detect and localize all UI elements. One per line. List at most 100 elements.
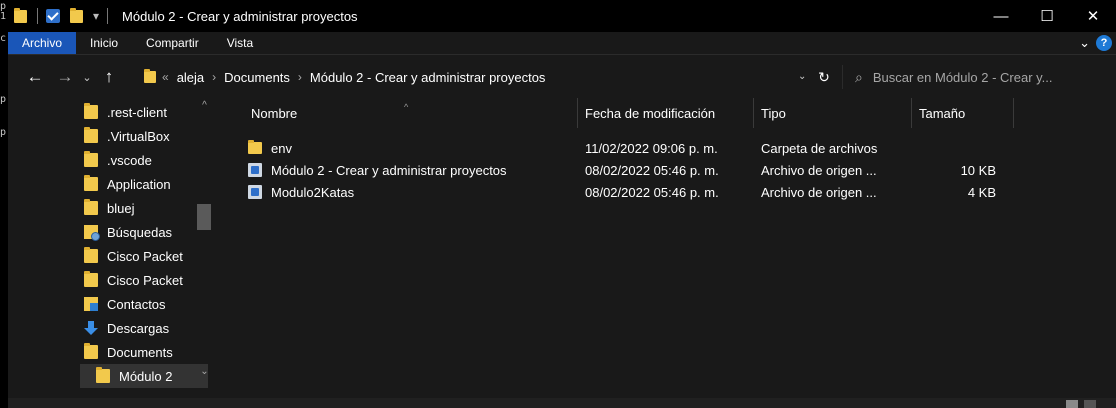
nav-item-label: bluej <box>107 200 135 216</box>
nav-item-label: Cisco Packet <box>107 248 183 264</box>
file-name: Módulo 2 - Crear y administrar proyectos <box>271 162 507 178</box>
nav-item-label: Búsquedas <box>107 224 173 240</box>
breadcrumb-separator-icon[interactable]: › <box>212 70 216 84</box>
file-name-cell: env <box>248 137 292 159</box>
scrollbar-thumb[interactable] <box>197 204 211 230</box>
nav-item-cisco-packet[interactable]: Cisco Packet <box>84 244 183 268</box>
nav-pane-scrollbar[interactable]: ^ ⌄ <box>195 100 214 406</box>
file-row-env[interactable]: env 11/02/2022 09:06 p. m. Carpeta de ar… <box>244 137 1024 159</box>
nav-item-rest-client[interactable]: .rest-client <box>84 100 167 124</box>
file-date: 11/02/2022 09:06 p. m. <box>585 140 718 156</box>
column-header-size[interactable]: Tamaño <box>912 98 1014 128</box>
file-type: Archivo de origen ... <box>761 184 877 200</box>
file-size <box>934 137 996 159</box>
properties-check-icon[interactable] <box>46 9 60 23</box>
recent-locations-icon[interactable]: ⌄ <box>80 65 94 89</box>
file-name-cell: Módulo 2 - Crear y administrar proyectos <box>248 159 507 181</box>
nav-item-label: Application <box>107 176 171 192</box>
address-dropdown-icon[interactable]: ⌄ <box>798 71 812 82</box>
folder-icon <box>14 7 27 23</box>
breadcrumb-overflow-icon[interactable]: « <box>162 70 169 84</box>
column-header-name[interactable]: Nombre <box>244 98 578 128</box>
nav-item-descargas[interactable]: Descargas <box>84 316 169 340</box>
file-type: Archivo de origen ... <box>761 162 877 178</box>
refresh-icon[interactable]: ↻ <box>814 67 834 87</box>
up-button[interactable]: ↑ <box>100 65 118 89</box>
column-header-row: ^ Nombre Fecha de modificación Tipo Tama… <box>244 98 1024 134</box>
nav-item-documents[interactable]: Documents <box>84 340 173 364</box>
searches-folder-icon <box>84 225 100 241</box>
large-icons-view-icon[interactable] <box>1084 400 1096 408</box>
nav-item-label: Documents <box>107 344 173 360</box>
address-row: ← → ⌄ ↑ « aleja › Documents › Módulo 2 -… <box>8 54 1116 98</box>
breadcrumb-separator-icon[interactable]: › <box>298 70 302 84</box>
nav-item-label: Contactos <box>107 296 166 312</box>
nav-item-virtualbox[interactable]: .VirtualBox <box>84 124 170 148</box>
scroll-down-icon[interactable]: ⌄ <box>195 366 214 377</box>
column-header-date[interactable]: Fecha de modificación <box>578 98 754 128</box>
address-bar[interactable]: « aleja › Documents › Módulo 2 - Crear y… <box>144 65 798 89</box>
folder-icon <box>84 151 98 167</box>
tab-inicio[interactable]: Inicio <box>76 32 132 54</box>
nav-item-label: Cisco Packet <box>107 272 183 288</box>
ribbon-right-controls: ⌄ ? <box>1079 32 1116 54</box>
quick-access-toolbar: ▾ <box>8 0 116 32</box>
nav-item-cisco-packet-2[interactable]: Cisco Packet <box>84 268 183 292</box>
file-row-modulo2katas[interactable]: Modulo2Katas 08/02/2022 05:46 p. m. Arch… <box>244 181 1024 203</box>
tab-compartir[interactable]: Compartir <box>132 32 213 54</box>
nav-item-vscode[interactable]: .vscode <box>84 148 152 172</box>
nav-item-label: Descargas <box>107 320 170 336</box>
file-type: Carpeta de archivos <box>761 140 878 156</box>
column-header-type[interactable]: Tipo <box>754 98 912 128</box>
nav-item-contactos[interactable]: Contactos <box>84 292 166 316</box>
search-input[interactable] <box>872 69 1093 85</box>
left-edge-char: c <box>0 33 7 44</box>
tab-archivo[interactable]: Archivo <box>8 32 77 54</box>
forward-button[interactable]: → <box>54 65 76 89</box>
back-button[interactable]: ← <box>24 65 46 89</box>
nav-item-application[interactable]: Application <box>84 172 171 196</box>
file-explorer-window: ▾ Módulo 2 - Crear y administrar proyect… <box>8 0 1116 408</box>
toolbar-divider <box>37 8 38 24</box>
minimize-button[interactable]: — <box>978 0 1024 32</box>
window-controls: — ☐ ✕ <box>978 0 1116 32</box>
file-name-cell: Modulo2Katas <box>248 181 354 203</box>
contacts-folder-icon <box>84 297 98 311</box>
help-icon[interactable]: ? <box>1096 35 1112 51</box>
nav-item-label: Módulo 2 <box>119 368 173 384</box>
nav-item-bluej[interactable]: bluej <box>84 196 134 220</box>
quick-access-dropdown-icon[interactable]: ▾ <box>93 9 99 23</box>
folder-icon <box>84 247 98 263</box>
file-list: ^ Nombre Fecha de modificación Tipo Tama… <box>214 98 1116 398</box>
new-folder-icon[interactable] <box>70 7 83 23</box>
title-bar: ▾ Módulo 2 - Crear y administrar proyect… <box>8 0 1116 32</box>
nav-item-modulo-2[interactable]: Módulo 2 <box>80 364 208 388</box>
ribbon-tabs: Archivo Inicio Compartir Vista ⌄ ? <box>8 32 1116 54</box>
breadcrumb-documents[interactable]: Documents <box>224 70 290 85</box>
breadcrumb-aleja[interactable]: aleja <box>177 70 204 85</box>
file-size: 10 KB <box>960 162 996 178</box>
left-edge-char: 1 <box>0 11 7 22</box>
search-box[interactable]: ⌕ <box>842 65 1112 89</box>
file-row-modulo-2-notebook[interactable]: Módulo 2 - Crear y administrar proyectos… <box>244 159 1024 181</box>
expand-ribbon-icon[interactable]: ⌄ <box>1079 35 1090 51</box>
folder-icon <box>84 271 98 287</box>
left-edge-char: p <box>0 94 7 105</box>
scroll-up-icon[interactable]: ^ <box>195 100 214 111</box>
download-icon <box>84 321 98 335</box>
breadcrumb-current-folder[interactable]: Módulo 2 - Crear y administrar proyectos <box>310 70 546 85</box>
python-file-icon <box>248 163 262 177</box>
details-view-icon[interactable] <box>1066 400 1078 408</box>
left-edge-char: p <box>0 127 7 138</box>
nav-item-busquedas[interactable]: Búsquedas <box>84 220 172 244</box>
toolbar-divider <box>107 8 109 24</box>
folder-icon <box>84 127 98 143</box>
close-button[interactable]: ✕ <box>1070 0 1116 32</box>
file-date: 08/02/2022 05:46 p. m. <box>585 162 719 178</box>
folder-icon <box>84 199 98 215</box>
status-bar <box>8 398 1116 408</box>
python-file-icon <box>248 185 262 199</box>
maximize-button[interactable]: ☐ <box>1024 0 1070 32</box>
tab-vista[interactable]: Vista <box>213 32 267 54</box>
window-title: Módulo 2 - Crear y administrar proyectos <box>122 8 358 24</box>
